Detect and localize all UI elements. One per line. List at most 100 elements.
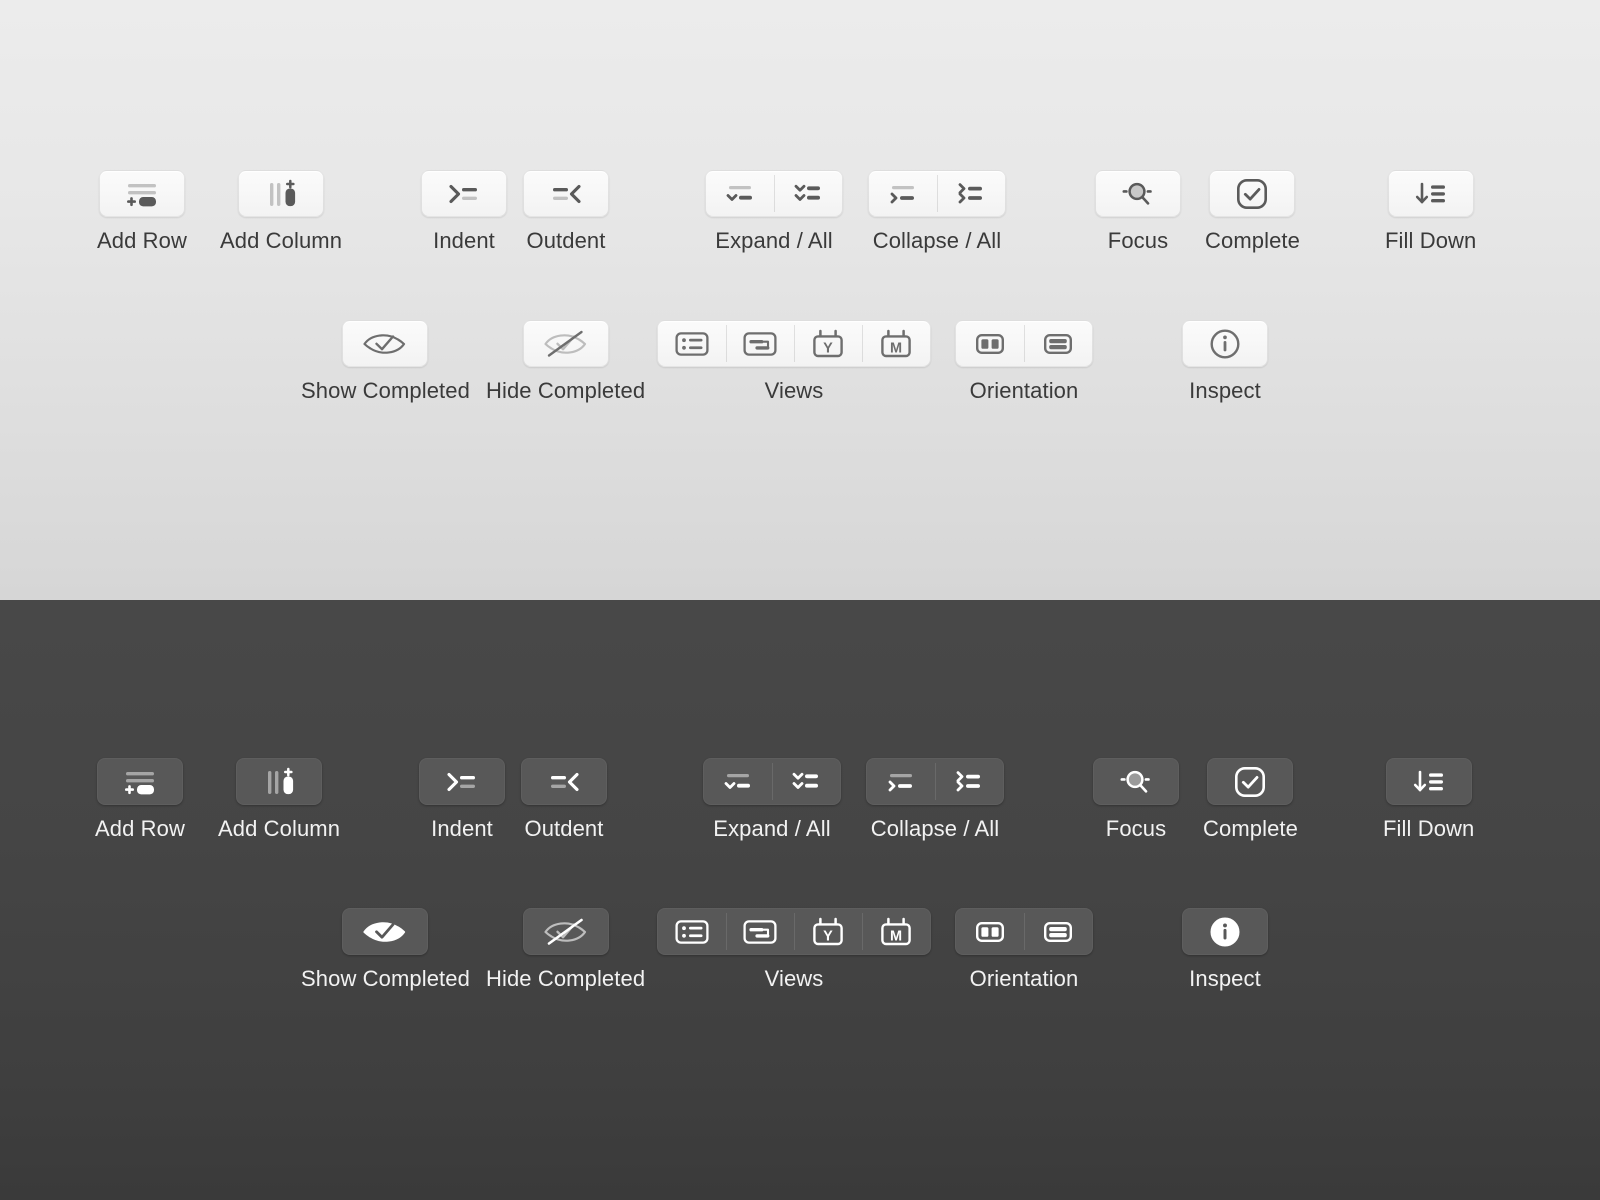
toolbar-label-indent: Indent — [433, 228, 495, 253]
toolbar-item-collapse-all[interactable]: Collapse / All — [868, 170, 1006, 254]
orientation-horizontal-button[interactable] — [1024, 321, 1092, 366]
toolbar-item-add-row-dark[interactable]: Add Row — [95, 758, 185, 842]
toolbar-item-indent[interactable]: Indent — [421, 170, 507, 254]
toolbar-label-add-column: Add Column — [220, 228, 343, 253]
fill-down-icon — [1407, 179, 1455, 209]
add-row-button[interactable] — [98, 170, 185, 217]
toolbar-label-fill-down-dark: Fill Down — [1383, 816, 1475, 841]
views-segmented-control[interactable]: Y M — [657, 320, 931, 367]
orientation-horizontal-button-dark[interactable] — [1024, 909, 1092, 954]
view-calendar-month-button[interactable]: M — [862, 321, 930, 366]
expand-segmented-control-dark[interactable] — [703, 758, 841, 805]
toolbar-item-add-column-dark[interactable]: Add Column — [218, 758, 340, 842]
view-calendar-year-button[interactable]: Y — [794, 321, 862, 366]
expand-button[interactable] — [706, 171, 774, 216]
toolbar-label-views: Views — [764, 378, 824, 403]
toolbar-item-expand-all-dark[interactable]: Expand / All — [703, 758, 841, 842]
toolbar-item-inspect[interactable]: Inspect — [1182, 320, 1268, 404]
toolbar-item-outdent[interactable]: Outdent — [523, 170, 609, 254]
toolbar-item-orientation-dark[interactable]: Orientation — [955, 908, 1093, 992]
outdent-button[interactable] — [523, 170, 609, 217]
toolbar-label-indent-dark: Indent — [431, 816, 493, 841]
inspect-button[interactable] — [1182, 320, 1268, 367]
toolbar-item-indent-dark[interactable]: Indent — [419, 758, 505, 842]
toolbar-item-focus[interactable]: Focus — [1095, 170, 1181, 254]
collapse-button[interactable] — [869, 171, 937, 216]
add-row-button-dark[interactable] — [96, 758, 183, 805]
fill-down-button-dark[interactable] — [1385, 758, 1472, 805]
toolbar-item-expand-all[interactable]: Expand / All — [705, 170, 843, 254]
toolbar-item-views-dark[interactable]: Y M Views — [657, 908, 931, 992]
orientation-segmented-control[interactable] — [955, 320, 1093, 367]
toolbar-item-show-completed-dark[interactable]: Show Completed — [301, 908, 470, 992]
toolbar-label-outdent-dark: Outdent — [524, 816, 604, 841]
focus-icon — [1114, 178, 1162, 210]
orientation-segmented-control-dark[interactable] — [955, 908, 1093, 955]
toolbar-label-collapse-all: Collapse / All — [872, 228, 1002, 253]
view-list-button-dark[interactable] — [658, 909, 726, 954]
toolbar-label-add-row: Add Row — [97, 228, 187, 253]
expand-all-button[interactable] — [774, 171, 842, 216]
focus-button[interactable] — [1095, 170, 1181, 217]
view-calendar-year-button-dark[interactable]: Y — [794, 909, 862, 954]
dark-toolbar-row-2: Show Completed Hide Completed Y M Views … — [0, 908, 1600, 1028]
complete-button[interactable] — [1209, 170, 1296, 217]
toolbar-item-add-column[interactable]: Add Column — [220, 170, 342, 254]
toolbar-item-hide-completed-dark[interactable]: Hide Completed — [486, 908, 645, 992]
toolbar-item-orientation[interactable]: Orientation — [955, 320, 1093, 404]
collapse-all-icon — [947, 768, 991, 796]
toolbar-item-collapse-all-dark[interactable]: Collapse / All — [866, 758, 1004, 842]
hide-completed-button[interactable] — [522, 320, 609, 367]
toolbar-item-hide-completed[interactable]: Hide Completed — [486, 320, 645, 404]
add-column-button-dark[interactable] — [236, 758, 323, 805]
view-list-button[interactable] — [658, 321, 726, 366]
toolbar-item-add-row[interactable]: Add Row — [97, 170, 187, 254]
calendar-month-glyph: M — [890, 928, 902, 944]
hide-completed-button-dark[interactable] — [522, 908, 609, 955]
view-board-button-dark[interactable] — [726, 909, 794, 954]
toolbar-label-orientation-dark: Orientation — [969, 966, 1079, 991]
toolbar-item-complete[interactable]: Complete — [1205, 170, 1300, 254]
collapse-segmented-control-dark[interactable] — [866, 758, 1004, 805]
indent-button[interactable] — [421, 170, 507, 217]
add-column-button[interactable] — [238, 170, 325, 217]
expand-all-button-dark[interactable] — [772, 759, 840, 804]
collapse-button-dark[interactable] — [867, 759, 935, 804]
inspect-button-dark[interactable] — [1182, 908, 1268, 955]
view-calendar-month-button-dark[interactable]: M — [862, 909, 930, 954]
show-completed-button-dark[interactable] — [342, 908, 429, 955]
expand-all-icon — [786, 180, 830, 208]
views-segmented-control-dark[interactable]: Y M — [657, 908, 931, 955]
toolbar-label-add-row-dark: Add Row — [95, 816, 185, 841]
collapse-all-button-dark[interactable] — [935, 759, 1003, 804]
orientation-vertical-button-dark[interactable] — [956, 909, 1024, 954]
show-completed-button[interactable] — [342, 320, 429, 367]
collapse-icon — [879, 768, 923, 796]
toolbar-label-hide-completed: Hide Completed — [486, 378, 646, 403]
add-row-icon — [118, 179, 166, 209]
toolbar-item-fill-down-dark[interactable]: Fill Down — [1383, 758, 1474, 842]
expand-button-dark[interactable] — [704, 759, 772, 804]
complete-button-dark[interactable] — [1207, 758, 1294, 805]
toolbar-item-views[interactable]: Y M Views — [657, 320, 931, 404]
orientation-vertical-button[interactable] — [956, 321, 1024, 366]
board-view-icon — [742, 917, 778, 947]
toolbar-item-show-completed[interactable]: Show Completed — [301, 320, 470, 404]
collapse-all-button[interactable] — [937, 171, 1005, 216]
view-board-button[interactable] — [726, 321, 794, 366]
calendar-month-glyph: M — [890, 340, 902, 356]
indent-button-dark[interactable] — [419, 758, 505, 805]
toolbar-item-fill-down[interactable]: Fill Down — [1385, 170, 1476, 254]
fill-down-button[interactable] — [1387, 170, 1474, 217]
toolbar-item-outdent-dark[interactable]: Outdent — [521, 758, 607, 842]
collapse-segmented-control[interactable] — [868, 170, 1006, 217]
toolbar-item-inspect-dark[interactable]: Inspect — [1182, 908, 1268, 992]
focus-button-dark[interactable] — [1093, 758, 1179, 805]
expand-segmented-control[interactable] — [705, 170, 843, 217]
list-view-icon — [674, 917, 710, 947]
outdent-button-dark[interactable] — [521, 758, 607, 805]
toolbar-item-complete-dark[interactable]: Complete — [1203, 758, 1298, 842]
toolbar-item-focus-dark[interactable]: Focus — [1093, 758, 1179, 842]
fill-down-icon — [1405, 767, 1453, 797]
calendar-month-icon: M — [878, 328, 914, 360]
